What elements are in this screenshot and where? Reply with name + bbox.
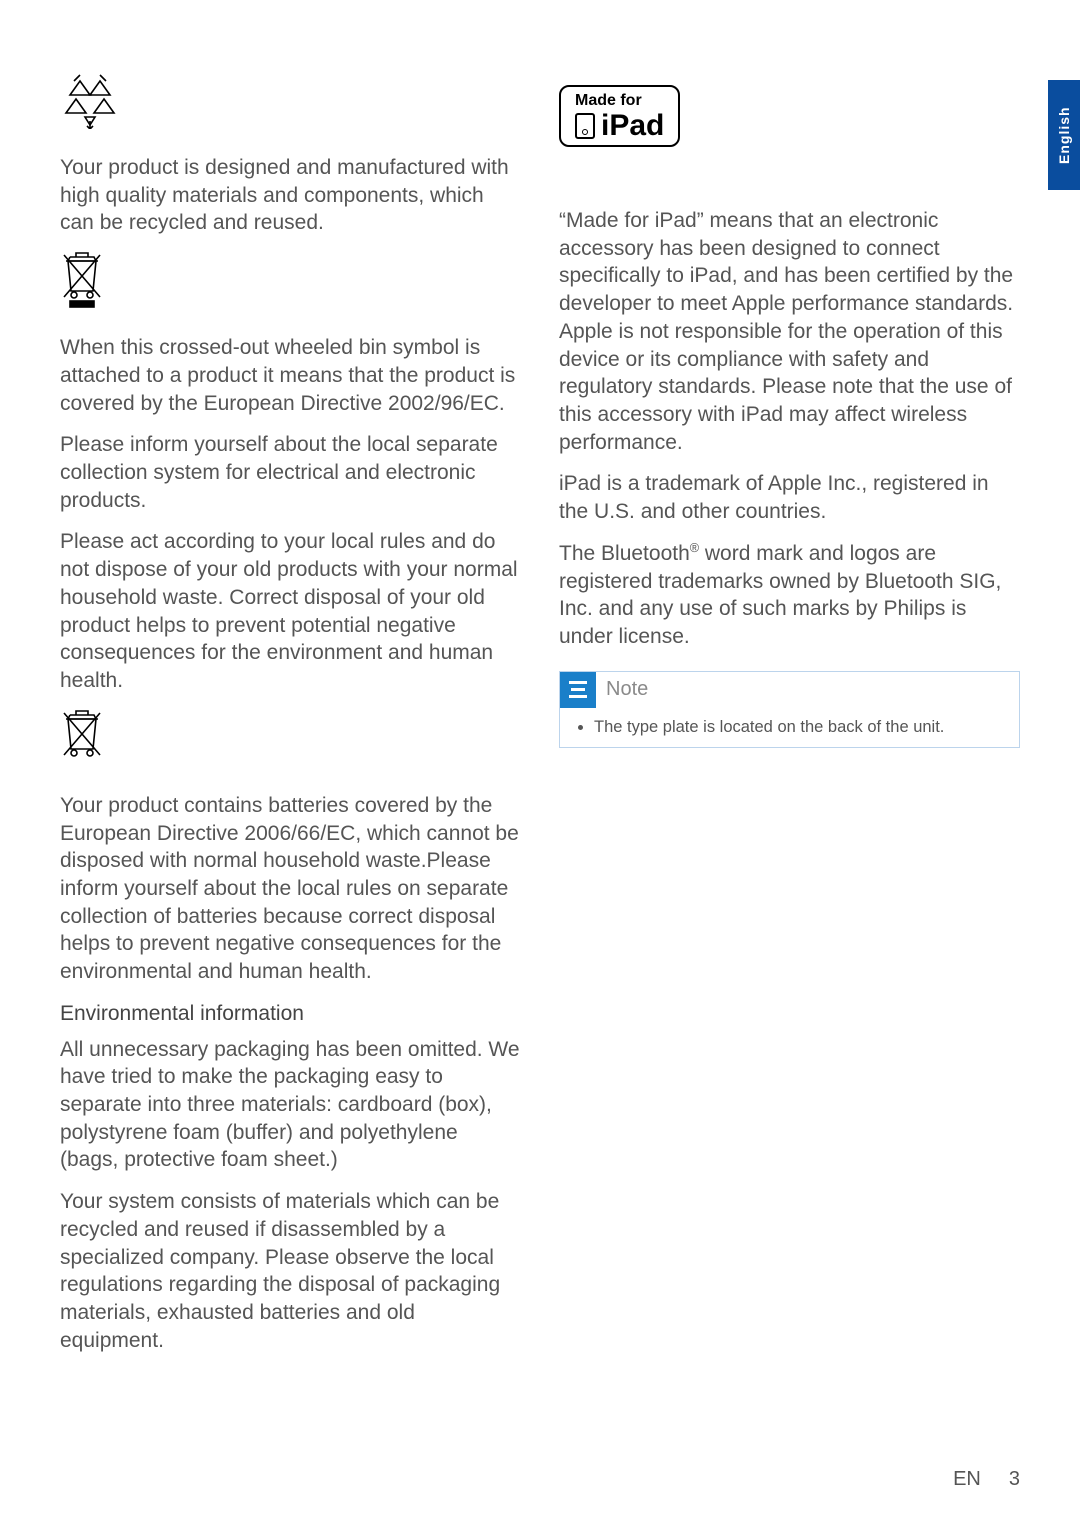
page-footer: EN 3 bbox=[953, 1468, 1020, 1491]
paragraph-packaging: All unnecessary packaging has been omitt… bbox=[60, 1036, 521, 1175]
paragraph-ipad-trademark: iPad is a trademark of Apple Inc., regis… bbox=[559, 470, 1020, 525]
wheeled-bin-crossed-icon bbox=[60, 251, 521, 314]
paragraph-bluetooth-trademark: The Bluetooth® word mark and logos are r… bbox=[559, 540, 1020, 651]
language-side-tab: English bbox=[1048, 80, 1080, 190]
bt-text-a: The Bluetooth bbox=[559, 542, 690, 565]
page-content: Your product is designed and manufacture… bbox=[0, 0, 1080, 1408]
footer-page-number: 3 bbox=[1009, 1468, 1020, 1491]
left-column: Your product is designed and manufacture… bbox=[60, 65, 521, 1368]
note-header: Note bbox=[560, 672, 1019, 708]
paragraph-battery-directive: Your product contains batteries covered … bbox=[60, 792, 521, 986]
paragraph-weee-directive: When this crossed-out wheeled bin symbol… bbox=[60, 334, 521, 417]
note-item: The type plate is located on the back of… bbox=[594, 718, 1001, 737]
footer-language: EN bbox=[953, 1468, 981, 1491]
paragraph-recycle-intro: Your product is designed and manufacture… bbox=[60, 154, 521, 237]
badge-ipad-text: iPad bbox=[601, 111, 664, 141]
heading-environmental-info: Environmental information bbox=[60, 1000, 521, 1028]
note-body: The type plate is located on the back of… bbox=[560, 708, 1019, 737]
paragraph-materials-recycle: Your system consists of materials which … bbox=[60, 1188, 521, 1354]
wheeled-bin-crossed-icon-battery bbox=[60, 709, 521, 772]
paragraph-collection-system: Please inform yourself about the local s… bbox=[60, 431, 521, 514]
badge-made-for-text: Made for bbox=[575, 93, 664, 109]
paragraph-local-rules: Please act according to your local rules… bbox=[60, 528, 521, 694]
ipad-device-icon bbox=[575, 113, 595, 139]
registered-symbol: ® bbox=[690, 541, 699, 555]
note-box: Note The type plate is located on the ba… bbox=[559, 671, 1020, 748]
right-column: Made for iPad “Made for iPad” means that… bbox=[559, 65, 1020, 1368]
recycle-icon bbox=[60, 73, 521, 134]
made-for-ipad-badge: Made for iPad bbox=[559, 85, 680, 147]
note-icon bbox=[560, 672, 596, 708]
paragraph-made-for-ipad: “Made for iPad” means that an electronic… bbox=[559, 207, 1020, 456]
note-title: Note bbox=[606, 678, 648, 701]
